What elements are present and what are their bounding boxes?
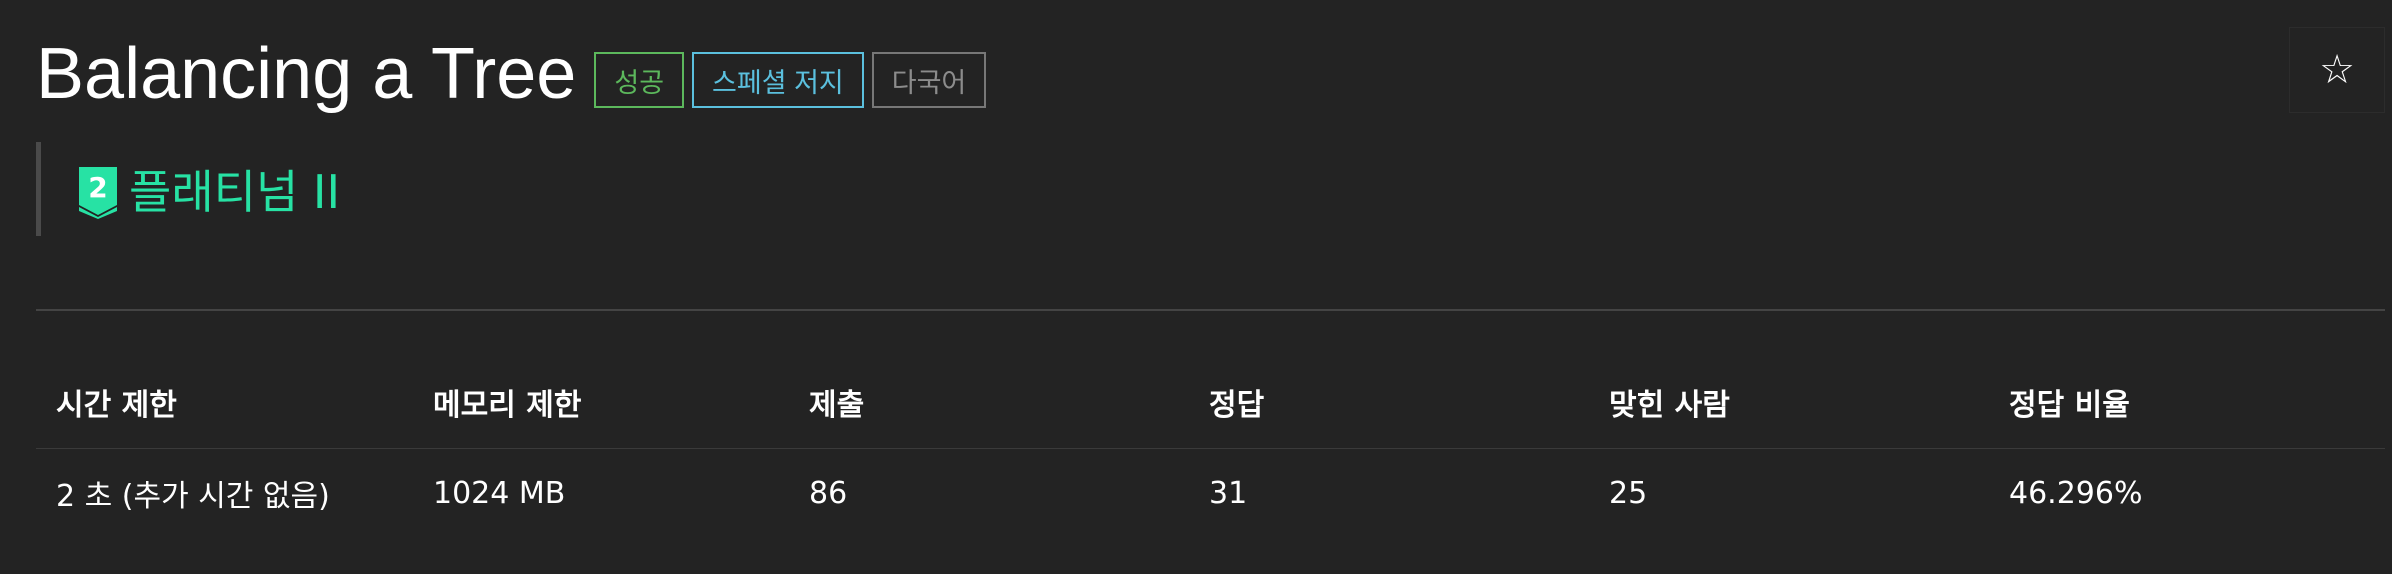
favorite-button[interactable]: ☆	[2289, 27, 2385, 113]
submissions-value: 86	[809, 475, 848, 511]
solvers-header: 맞힌 사람	[1589, 356, 1989, 449]
success-badge[interactable]: 성공	[594, 52, 685, 108]
solvers-value: 25	[1609, 475, 1648, 511]
tier-level-number: 2	[88, 171, 107, 204]
time-limit-value: 2 초 (추가 시간 없음)	[56, 479, 330, 514]
tier-label[interactable]: 플래티넘 II	[129, 156, 340, 222]
platinum-tier-icon: 2	[79, 167, 117, 219]
table-header-row: 시간 제한 메모리 제한 제출 정답 맞힌 사람 정답 비율	[36, 356, 2385, 449]
time-limit-header: 시간 제한	[36, 356, 413, 449]
accepted-value: 31	[1209, 475, 1248, 511]
memory-limit-header: 메모리 제한	[413, 356, 789, 449]
memory-limit-value: 1024 MB	[433, 475, 566, 511]
multilingual-badge[interactable]: 다국어	[871, 52, 987, 108]
problem-info-table: 시간 제한 메모리 제한 제출 정답 맞힌 사람 정답 비율 2 초 (추가 시…	[36, 356, 2385, 537]
star-outline-icon: ☆	[2319, 47, 2355, 93]
special-judge-badge[interactable]: 스페셜 저지	[692, 52, 864, 108]
accepted-header: 정답	[1189, 356, 1589, 449]
ratio-header: 정답 비율	[1989, 356, 2385, 449]
table-row: 2 초 (추가 시간 없음) 1024 MB 86 31 25 46.296%	[36, 449, 2385, 538]
section-divider	[36, 309, 2385, 311]
problem-header: Balancing a Tree 성공 스페셜 저지 다국어	[36, 26, 994, 122]
submissions-header: 제출	[789, 356, 1189, 449]
tier-section: 2 플래티넘 II	[36, 142, 340, 236]
problem-title: Balancing a Tree	[36, 34, 577, 114]
ratio-value: 46.296%	[2009, 475, 2143, 511]
